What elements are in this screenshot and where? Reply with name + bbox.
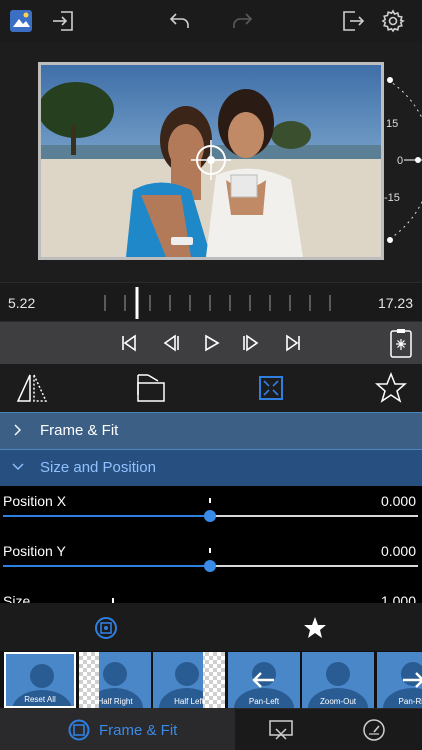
undo-icon[interactable] xyxy=(167,8,193,34)
preset-label: Pan-Rig xyxy=(398,697,422,706)
center-tick xyxy=(209,548,211,553)
slider-fill xyxy=(3,515,209,517)
chevron-right-icon xyxy=(14,424,21,436)
timeline-start-time: 5.22 xyxy=(8,295,36,311)
preset-label: Zoom-Out xyxy=(319,697,356,706)
star-icon[interactable] xyxy=(374,371,408,405)
step-forward-icon[interactable] xyxy=(240,332,262,354)
preset-strip: Reset All Half Right Half Left Pan-Left … xyxy=(0,651,422,708)
preset-reset-all[interactable]: Reset All xyxy=(4,652,76,708)
slider-fill xyxy=(3,565,209,567)
timeline-end-time: 17.23 xyxy=(377,295,413,311)
dial-label-minus-15: -15 xyxy=(384,192,400,204)
preset-pan-right[interactable]: Pan-Rig xyxy=(377,652,422,708)
play-icon[interactable] xyxy=(200,332,222,354)
dial-label-0: 0 xyxy=(397,155,404,167)
tool-row xyxy=(0,364,422,412)
param-value[interactable]: 1.000 xyxy=(381,593,416,603)
fit-icon[interactable] xyxy=(94,616,118,640)
star-icon[interactable] xyxy=(303,616,327,640)
redo-icon[interactable] xyxy=(229,8,255,34)
clipboard-icon[interactable] xyxy=(390,328,412,358)
transport-bar xyxy=(0,322,422,364)
param-position-x: Position X 0.000 xyxy=(0,486,422,536)
param-name: Position Y xyxy=(3,543,66,559)
section-frame-fit-label: Frame & Fit xyxy=(40,422,119,439)
top-toolbar xyxy=(0,0,422,42)
bottom-tab-bar: Frame & Fit xyxy=(0,708,422,750)
section-frame-fit[interactable]: Frame & Fit xyxy=(0,412,422,449)
preset-label: Half Left xyxy=(174,697,204,706)
param-value[interactable]: 0.000 xyxy=(381,543,416,559)
preset-label: Half Right xyxy=(97,697,133,706)
param-size: Size 1.000 xyxy=(0,586,422,603)
preview-image[interactable] xyxy=(38,62,384,260)
app-logo-icon[interactable] xyxy=(8,8,34,34)
slider-knob[interactable] xyxy=(204,510,216,522)
section-size-position-label: Size and Position xyxy=(40,459,156,476)
dial-label-15: 15 xyxy=(386,118,399,130)
section-size-position[interactable]: Size and Position xyxy=(0,449,422,486)
param-value[interactable]: 0.000 xyxy=(381,493,416,509)
frame-fit-icon xyxy=(68,719,90,741)
skip-start-icon[interactable] xyxy=(118,332,140,354)
mirror-icon[interactable] xyxy=(15,371,49,405)
skip-end-icon[interactable] xyxy=(282,332,304,354)
preset-label: Pan-Left xyxy=(248,697,280,706)
export-icon[interactable] xyxy=(340,8,366,34)
slider-knob[interactable] xyxy=(204,560,216,572)
preset-label: Reset All xyxy=(24,695,56,704)
presets-header xyxy=(0,603,422,651)
crop-icon[interactable] xyxy=(268,718,294,742)
preset-zoom-out[interactable]: Zoom-Out xyxy=(302,652,374,708)
preset-half-left[interactable]: Half Left xyxy=(153,652,225,708)
param-name: Position X xyxy=(3,493,67,509)
tab-frame-fit-label: Frame & Fit xyxy=(99,722,178,739)
param-name: Size xyxy=(3,593,31,603)
preset-pan-left[interactable]: Pan-Left xyxy=(228,652,300,708)
preset-half-right[interactable]: Half Right xyxy=(79,652,151,708)
gear-icon[interactable] xyxy=(380,8,406,34)
import-icon[interactable] xyxy=(50,8,76,34)
step-back-icon[interactable] xyxy=(160,332,182,354)
tab-frame-fit[interactable]: Frame & Fit xyxy=(0,709,235,750)
parameter-list: Position X 0.000 Position Y 0.000 Size 1… xyxy=(0,486,422,603)
center-tick xyxy=(209,498,211,503)
chevron-down-icon xyxy=(12,463,24,470)
param-position-y: Position Y 0.000 xyxy=(0,536,422,586)
rotate-icon[interactable] xyxy=(134,371,168,405)
fit-icon[interactable] xyxy=(254,371,288,405)
speed-icon[interactable] xyxy=(362,718,386,742)
timeline-scrubber[interactable]: 5.22 17.23 xyxy=(0,282,422,322)
